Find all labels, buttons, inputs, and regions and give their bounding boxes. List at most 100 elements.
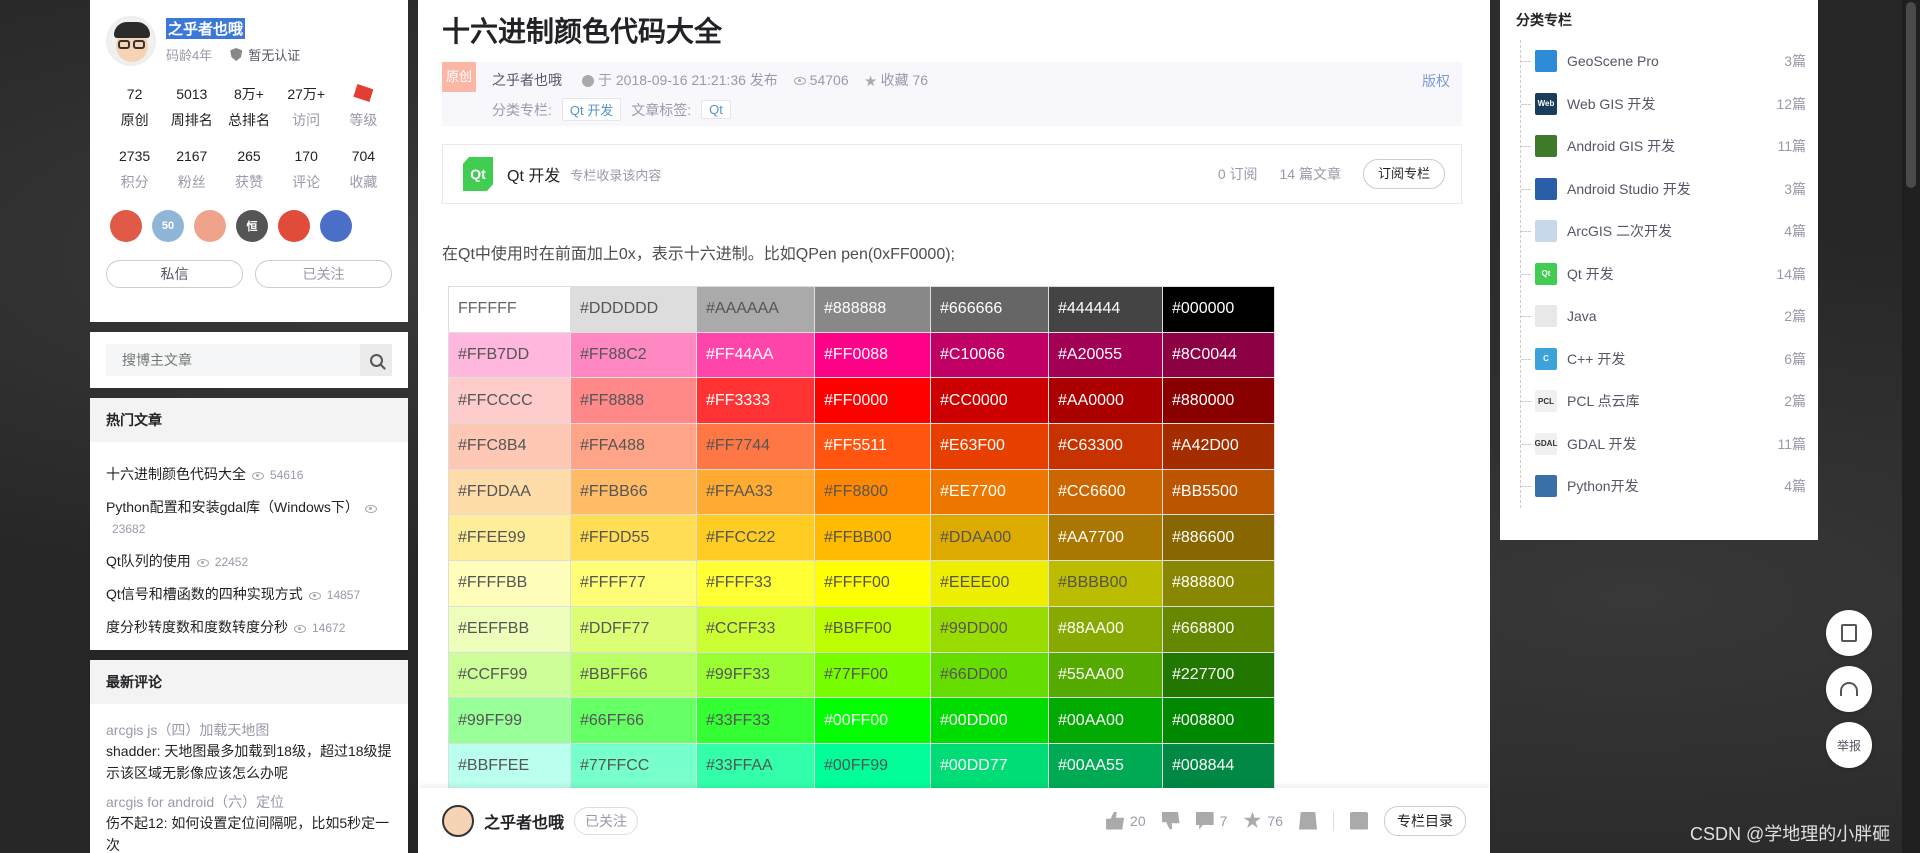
stat-item[interactable]: 2735 积分 <box>106 146 163 192</box>
category-column-count: 4篇 <box>1784 478 1806 495</box>
category-column-item[interactable]: Android GIS 开发 11篇 <box>1521 125 1818 168</box>
latest-comments-card: 最新评论 arcgis js（四）加载天地图 shadder: 天地图最多加载到1… <box>90 660 408 853</box>
stat-item[interactable]: 72 原创 <box>106 84 163 130</box>
shield-icon <box>230 48 243 61</box>
color-cell: #FFFF00 <box>814 560 931 607</box>
web-icon: Web <box>1535 92 1557 115</box>
category-column-item[interactable]: Android Studio 开发 3篇 <box>1521 168 1818 211</box>
column-desc: 专栏收录该内容 <box>570 167 662 183</box>
color-cell: #886600 <box>1162 514 1275 562</box>
color-cell: #FFFF33 <box>696 560 815 607</box>
column-name[interactable]: Qt 开发 <box>507 162 560 186</box>
followed-button[interactable]: 已关注 <box>255 260 392 288</box>
eye-icon <box>308 591 321 600</box>
java-icon <box>1535 305 1557 328</box>
table-row: #FFCCCC #FF8888 #FF3333 #FF0000 #CC0000 #AA00… <box>448 377 1275 425</box>
hot-article-item[interactable]: 度分秒转度数和度数转度分秒 14672 <box>106 617 392 638</box>
table-row: #FFDDAA #FFBB66 #FFAA33 #FF8800 #EE7700 #CC66… <box>448 468 1275 516</box>
color-cell: #C63300 <box>1048 423 1163 470</box>
support-button[interactable] <box>1826 666 1872 712</box>
meta-author[interactable]: 之乎者也哦 <box>492 70 562 90</box>
category-column-item[interactable]: Python开发 4篇 <box>1521 465 1818 508</box>
category-column-item[interactable]: GDAL GDAL 开发 11篇 <box>1521 423 1818 466</box>
thumb-down-icon <box>1161 811 1180 830</box>
badge-icon[interactable]: 50 <box>152 210 184 242</box>
favorite-button[interactable]: 76 <box>1243 811 1283 830</box>
profile-name[interactable]: 之乎者也哦 <box>166 18 246 39</box>
badge-icon[interactable]: 恒 <box>236 210 268 242</box>
star-icon <box>1243 811 1262 828</box>
stat-item[interactable]: 704 收藏 <box>335 146 392 192</box>
color-cell: #CCFF99 <box>448 651 571 699</box>
stat-number: 27万+ <box>287 86 326 102</box>
stat-item[interactable]: 5013 周排名 <box>163 84 220 130</box>
comment-button[interactable]: 7 <box>1195 811 1227 830</box>
subscribe-button[interactable]: 订阅专栏 <box>1362 159 1445 189</box>
category-column-item[interactable]: PCL PCL 点云库 2篇 <box>1521 380 1818 423</box>
stat-item[interactable]: 170 评论 <box>278 146 335 192</box>
category-column-item[interactable]: C C++ 开发 6篇 <box>1521 338 1818 381</box>
stat-label: 总排名 <box>227 112 270 128</box>
report-button[interactable]: 举报 <box>1826 722 1872 768</box>
color-cell: #FFDD55 <box>570 514 697 562</box>
share-button[interactable] <box>1350 811 1368 830</box>
color-cell: #DDDDDD <box>570 286 697 333</box>
dislike-button[interactable] <box>1161 811 1180 830</box>
category-column-name: GDAL 开发 <box>1567 435 1637 452</box>
like-button[interactable]: 20 <box>1106 811 1146 830</box>
search-input[interactable] <box>106 352 360 368</box>
avatar[interactable] <box>106 16 156 66</box>
hot-article-item[interactable]: Qt信号和槽函数的四种实现方式 14857 <box>106 584 392 605</box>
stat-label: 原创 <box>120 112 149 128</box>
star-icon <box>864 75 877 87</box>
tag-chip[interactable]: Qt <box>701 100 731 119</box>
comment-article-link[interactable]: arcgis for android（六）定位 <box>106 792 392 812</box>
category-column-item[interactable]: ArcGIS 二次开发 4篇 <box>1521 210 1818 253</box>
bottom-followed-button[interactable]: 已关注 <box>574 806 639 835</box>
category-column-item[interactable]: Web Web GIS 开发 12篇 <box>1521 83 1818 126</box>
stat-item[interactable]: 2167 粉丝 <box>163 146 220 192</box>
copyright-link[interactable]: 版权 <box>1422 71 1450 91</box>
badge-icon[interactable] <box>194 210 226 242</box>
category-column-count: 3篇 <box>1784 53 1806 70</box>
category-column-item[interactable]: Qt Qt 开发 14篇 <box>1521 253 1818 296</box>
comment-article-link[interactable]: arcgis js（四）加载天地图 <box>106 720 392 740</box>
badge-icon[interactable] <box>278 210 310 242</box>
column-box: Qt Qt 开发 专栏收录该内容 0 订阅 14 篇文章 订阅专栏 <box>442 144 1462 204</box>
category-chip[interactable]: Qt 开发 <box>561 98 622 121</box>
latest-comments-title: 最新评论 <box>90 660 408 704</box>
badge-icon[interactable] <box>320 210 352 242</box>
color-cell: #BBBB00 <box>1048 560 1163 607</box>
color-table: FFFFFF #DDDDDD #AAAAAA #888888 #666666 #44444… <box>448 286 1275 790</box>
color-cell: #00DD00 <box>930 697 1049 744</box>
message-button[interactable]: 私信 <box>106 260 243 288</box>
stat-item[interactable]: 8万+ 总排名 <box>220 84 277 130</box>
color-cell: #00FF00 <box>814 697 931 744</box>
hot-article-item[interactable]: Qt队列的使用 22452 <box>106 551 392 572</box>
stat-item[interactable]: 27万+ 访问 <box>278 84 335 130</box>
scrollbar[interactable] <box>1902 0 1920 853</box>
article-title: 十六进制颜色代码大全 <box>442 16 723 47</box>
category-column-item[interactable]: Java 2篇 <box>1521 295 1818 338</box>
category-column-item[interactable]: GeoScene Pro 3篇 <box>1521 40 1818 83</box>
thumb-up-icon <box>1106 811 1125 830</box>
hot-article-item[interactable]: Python配置和安装gdal库（Windows下） 23682 <box>106 497 392 539</box>
stat-item[interactable]: 265 获赞 <box>220 146 277 192</box>
gdal-icon: GDAL <box>1535 432 1557 455</box>
scroll-thumb[interactable] <box>1906 2 1916 188</box>
hot-article-item[interactable]: 十六进制颜色代码大全 54616 <box>106 464 392 485</box>
color-cell: #8C0044 <box>1162 331 1275 379</box>
color-cell: #AAAAAA <box>696 286 815 333</box>
search-button[interactable] <box>360 344 392 376</box>
color-cell: #FFEE99 <box>448 514 571 562</box>
stat-item[interactable]: 等级 <box>335 84 392 130</box>
reward-button[interactable] <box>1299 811 1317 830</box>
badge-icon[interactable] <box>110 210 142 242</box>
avatar[interactable] <box>442 804 474 837</box>
color-cell: #668800 <box>1162 605 1275 653</box>
color-cell: #66FF66 <box>570 697 697 744</box>
android-gis-icon <box>1535 135 1557 158</box>
write-button[interactable] <box>1826 610 1872 656</box>
bottom-author-name[interactable]: 之乎者也哦 <box>484 809 564 833</box>
column-toc-button[interactable]: 专栏目录 <box>1384 805 1466 836</box>
